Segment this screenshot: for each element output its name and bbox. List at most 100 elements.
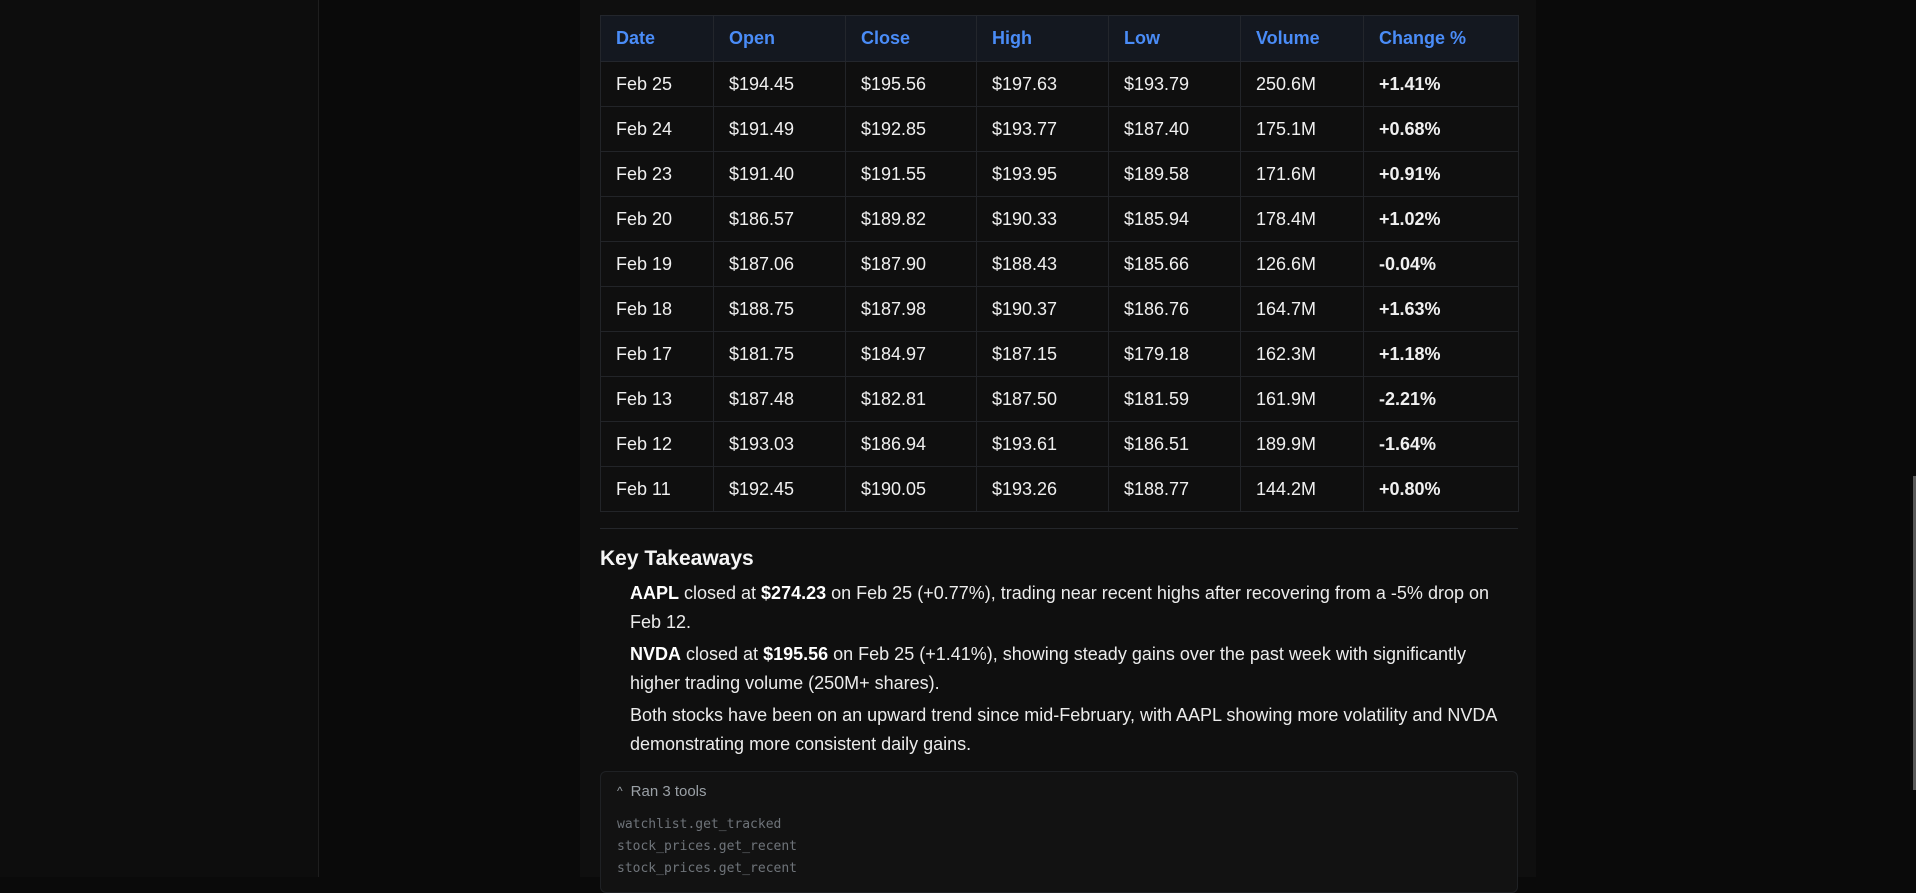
cell-date: Feb 25 [600,61,714,107]
cell-volume: 171.6M [1240,151,1364,197]
cell-change: +1.63% [1363,286,1519,332]
cell-date: Feb 18 [600,286,714,332]
cell-low: $186.51 [1108,421,1241,467]
column-header-change: Change % [1363,15,1519,62]
cell-change: +0.68% [1363,106,1519,152]
tool-call-item: watchlist.get_tracked [617,817,782,832]
cell-volume: 250.6M [1240,61,1364,107]
cell-volume: 175.1M [1240,106,1364,152]
cell-high: $190.37 [976,286,1109,332]
list-item: NVDA closed at $195.56 on Feb 25 (+1.41%… [630,640,1518,698]
assistant-message: Date Open Close High Low Volume Change %… [600,15,1519,893]
sidebar [0,0,319,877]
cell-open: $186.57 [713,196,846,242]
chevron-up-icon: ^ [617,784,623,798]
cell-date: Feb 24 [600,106,714,152]
cell-close: $192.85 [845,106,977,152]
cell-change: -2.21% [1363,376,1519,422]
column-header-open: Open [713,15,846,62]
takeaways-list: AAPL closed at $274.23 on Feb 25 (+0.77%… [600,579,1518,759]
cell-low: $179.18 [1108,331,1241,377]
cell-high: $187.50 [976,376,1109,422]
cell-open: $192.45 [713,466,846,512]
column-header-volume: Volume [1240,15,1364,62]
cell-high: $197.63 [976,61,1109,107]
cell-close: $187.90 [845,241,977,287]
cell-close: $195.56 [845,61,977,107]
table-row: Feb 23 $191.40 $191.55 $193.95 $189.58 1… [600,151,1519,197]
cell-open: $191.40 [713,151,846,197]
cell-high: $193.77 [976,106,1109,152]
cell-date: Feb 12 [600,421,714,467]
column-header-close: Close [845,15,977,62]
table-row: Feb 13 $187.48 $182.81 $187.50 $181.59 1… [600,376,1519,422]
cell-change: +0.91% [1363,151,1519,197]
cell-low: $188.77 [1108,466,1241,512]
list-item: Both stocks have been on an upward trend… [630,705,1497,754]
price-nvda: $195.56 [763,644,829,664]
cell-high: $188.43 [976,241,1109,287]
cell-date: Feb 11 [600,466,714,512]
table-row: Feb 19 $187.06 $187.90 $188.43 $185.66 1… [600,241,1519,287]
cell-date: Feb 20 [600,196,714,242]
cell-open: $191.49 [713,106,846,152]
cell-low: $185.66 [1108,241,1241,287]
cell-open: $187.48 [713,376,846,422]
table-row: Feb 18 $188.75 $187.98 $190.37 $186.76 1… [600,286,1519,332]
cell-volume: 164.7M [1240,286,1364,332]
cell-open: $181.75 [713,331,846,377]
column-header-high: High [976,15,1109,62]
cell-close: $184.97 [845,331,977,377]
cell-change: +0.80% [1363,466,1519,512]
table-row: Feb 20 $186.57 $189.82 $190.33 $185.94 1… [600,196,1519,242]
cell-date: Feb 13 [600,376,714,422]
cell-low: $181.59 [1108,376,1241,422]
cell-low: $193.79 [1108,61,1241,107]
cell-low: $187.40 [1108,106,1241,152]
cell-change: +1.18% [1363,331,1519,377]
cell-low: $186.76 [1108,286,1241,332]
cell-volume: 189.9M [1240,421,1364,467]
cell-date: Feb 17 [600,331,714,377]
section-divider [600,528,1518,529]
ticker-aapl: AAPL [630,583,679,603]
cell-change: +1.41% [1363,61,1519,107]
cell-high: $193.95 [976,151,1109,197]
column-header-low: Low [1108,15,1241,62]
tool-call-item: stock_prices.get_recent [617,839,798,854]
table-row: Feb 11 $192.45 $190.05 $193.26 $188.77 1… [600,466,1519,512]
cell-volume: 178.4M [1240,196,1364,242]
tool-calls-toggle[interactable]: ^ Ran 3 tools [601,772,1517,802]
table-row: Feb 17 $181.75 $184.97 $187.15 $179.18 1… [600,331,1519,377]
cell-change: -1.64% [1363,421,1519,467]
cell-close: $191.55 [845,151,977,197]
table-row: Feb 24 $191.49 $192.85 $193.77 $187.40 1… [600,106,1519,152]
cell-volume: 126.6M [1240,241,1364,287]
list-item-text: closed at [681,644,764,664]
cell-close: $186.94 [845,421,977,467]
cell-volume: 144.2M [1240,466,1364,512]
cell-close: $189.82 [845,196,977,242]
list-item-text: closed at [679,583,762,603]
cell-change: -0.04% [1363,241,1519,287]
cell-close: $190.05 [845,466,977,512]
cell-high: $193.61 [976,421,1109,467]
ticker-nvda: NVDA [630,644,682,664]
list-item: AAPL closed at $274.23 on Feb 25 (+0.77%… [630,579,1518,637]
cell-open: $193.03 [713,421,846,467]
cell-volume: 161.9M [1240,376,1364,422]
cell-high: $187.15 [976,331,1109,377]
table-header-row: Date Open Close High Low Volume Change % [600,15,1519,62]
column-header-date: Date [600,15,714,62]
takeaways-heading: Key Takeaways [600,547,754,570]
table-row: Feb 12 $193.03 $186.94 $193.61 $186.51 1… [600,421,1519,467]
tool-calls-panel: ^ Ran 3 tools watchlist.get_tracked stoc… [600,771,1518,893]
cell-high: $190.33 [976,196,1109,242]
tool-calls-list: watchlist.get_tracked stock_prices.get_r… [601,802,1517,880]
cell-open: $187.06 [713,241,846,287]
cell-close: $187.98 [845,286,977,332]
cell-date: Feb 23 [600,151,714,197]
price-aapl: $274.23 [761,583,827,603]
table-row: Feb 25 $194.45 $195.56 $197.63 $193.79 2… [600,61,1519,107]
tool-calls-summary: Ran 3 tools [630,782,707,800]
